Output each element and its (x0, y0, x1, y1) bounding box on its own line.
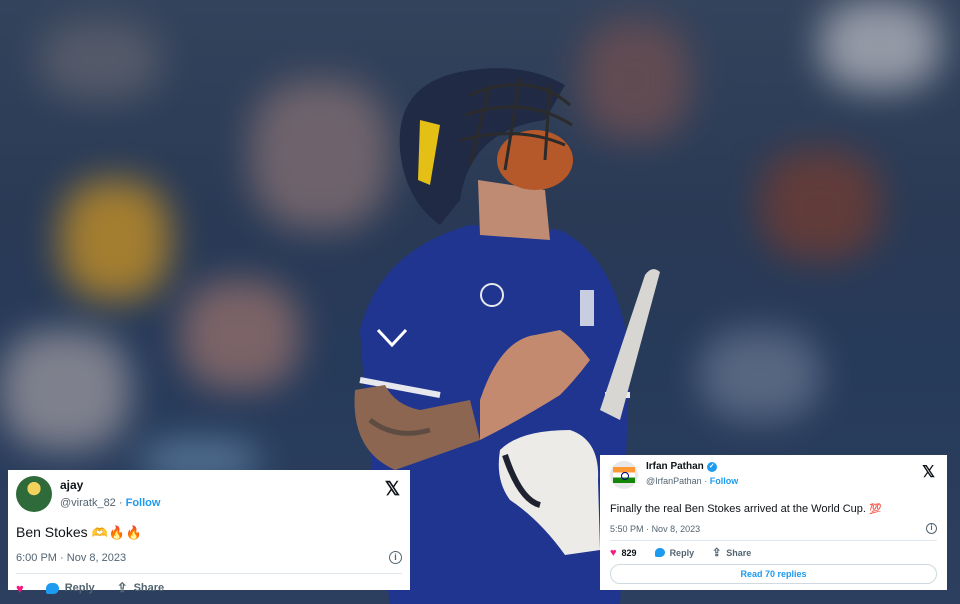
verified-badge-icon: ✓ (706, 462, 717, 473)
display-name[interactable]: ajay (60, 478, 160, 493)
share-label: Share (133, 582, 165, 594)
like-button[interactable]: ♥ 829 (610, 547, 637, 559)
read-replies-button[interactable]: Read 70 replies (610, 564, 937, 584)
tweet-date: Nov 8, 2023 (651, 523, 701, 534)
separator: · (118, 497, 123, 509)
avatar[interactable] (16, 476, 52, 512)
tweet-text: Ben Stokes 🫶🔥🔥 (16, 524, 402, 541)
tweet-text-body: Finally the real Ben Stokes arrived at t… (610, 503, 866, 515)
reply-label: Reply (669, 547, 695, 558)
like-button[interactable]: ♥ (16, 581, 24, 596)
reply-icon (45, 582, 59, 594)
heart-icon: ♥ (16, 580, 24, 596)
share-button[interactable]: ⇪ Share (117, 580, 164, 596)
reply-icon (654, 548, 665, 557)
tweet-card-ajay[interactable]: ajay @viratk_82 · Follow 𝕏 Ben Stokes 🫶🔥… (8, 470, 410, 596)
x-logo-icon[interactable]: 𝕏 (385, 478, 400, 501)
info-icon[interactable]: i (389, 551, 402, 564)
heart-icon: ♥ (610, 546, 617, 559)
handle[interactable]: @viratk_82 (60, 497, 116, 509)
tweet-emoji: 🫶🔥🔥 (91, 525, 144, 540)
x-logo-icon[interactable]: 𝕏 (922, 462, 935, 482)
tweet-text: Finally the real Ben Stokes arrived at t… (610, 503, 937, 515)
reply-button[interactable]: Reply (654, 547, 695, 558)
share-button[interactable]: ⇪ Share (712, 546, 751, 559)
separator: · (704, 475, 708, 486)
separator: · (646, 523, 650, 534)
display-name[interactable]: Irfan Pathan (646, 461, 704, 474)
like-count: 829 (621, 547, 637, 558)
flag-avatar-image (613, 467, 635, 483)
timestamp[interactable]: 6:00 PM · Nov 8, 2023 (16, 552, 126, 564)
avatar[interactable] (610, 461, 638, 489)
follow-button[interactable]: Follow (710, 476, 739, 486)
tweet-time: 6:00 PM (16, 551, 57, 564)
tweet-emoji: 💯 (869, 504, 883, 515)
tweet-text-body: Ben Stokes (16, 524, 88, 540)
timestamp[interactable]: 5:50 PM · Nov 8, 2023 (610, 524, 700, 534)
tweet-date: Nov 8, 2023 (66, 551, 127, 564)
reply-button[interactable]: Reply (45, 582, 95, 594)
share-icon: ⇪ (712, 547, 722, 559)
divider (16, 573, 402, 574)
handle[interactable]: @IrfanPathan (646, 476, 702, 486)
reply-label: Reply (64, 582, 95, 594)
tweet-card-irfan-pathan[interactable]: Irfan Pathan ✓ @IrfanPathan · Follow 𝕏 F… (600, 455, 947, 590)
separator: · (60, 551, 64, 564)
divider (610, 540, 937, 541)
follow-button[interactable]: Follow (126, 497, 161, 509)
share-icon: ⇪ (116, 580, 128, 595)
info-icon[interactable]: i (926, 523, 937, 534)
tweet-time: 5:50 PM (610, 523, 644, 534)
share-label: Share (726, 547, 752, 558)
